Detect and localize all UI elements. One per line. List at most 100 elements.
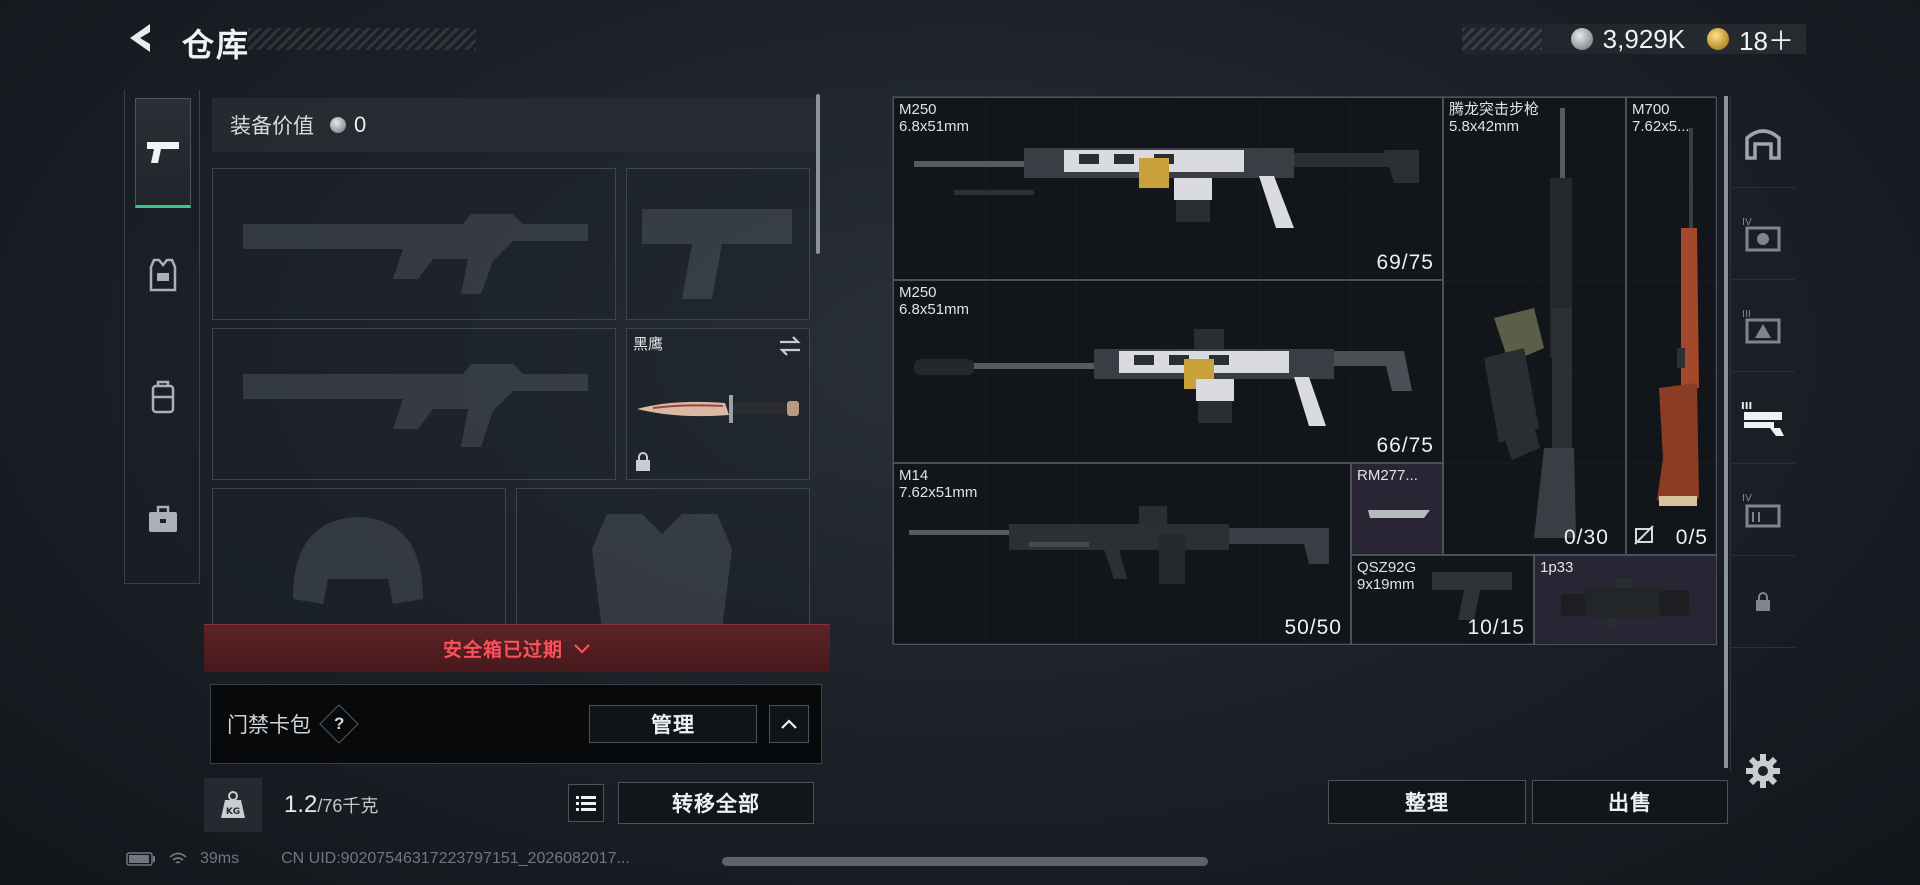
rail-armor-tier-4[interactable]: IV [1731,188,1795,280]
briefcase-icon [149,505,177,532]
helmet-slot[interactable] [212,488,506,628]
safe-house-icon [1745,128,1781,160]
chevron-up-icon [781,719,797,729]
secondary-weapon-slot[interactable] [626,168,810,320]
loadout-scrollbar[interactable] [816,94,820,254]
armor-slot[interactable] [516,488,810,628]
svg-text:IV: IV [1742,493,1752,504]
ping-value: 39ms [200,850,240,867]
weight-max: /76千克 [317,796,379,816]
chevron-down-icon [574,643,590,654]
expand-keycard-button[interactable] [769,705,809,743]
status-bar: 39ms CN UID:90207546317223797151_2026082… [126,850,630,868]
help-icon[interactable]: ? [319,704,359,744]
weight-current: 1.2 [284,791,318,818]
armor-vest-icon [149,258,177,292]
weapon-rack-tier-3-icon: III [1741,401,1784,436]
safebox-expired-banner[interactable]: 安全箱已过期 [204,624,830,672]
item-m14[interactable]: M14 7.62x51mm 50/50 [893,463,1351,645]
backpack-icon [151,380,175,414]
warehouse-category-rail: IV III III IV [1730,96,1795,788]
rifle-icon [909,506,1329,584]
warehouse-scrollbar[interactable] [1724,96,1728,768]
sort-button[interactable]: 整理 [1328,780,1526,824]
back-button[interactable] [124,20,160,56]
weight-icon: KG [204,778,262,832]
knife-icon [637,395,799,423]
rail-storage-tier-4[interactable]: IV [1731,464,1795,556]
warehouse-grid: M250 6.8x51mm 69/75 M250 6.8x51mm 66/75 … [892,96,1717,645]
item-ammo-count: 10/15 [1467,616,1525,639]
rail-locked[interactable] [1731,556,1795,648]
tab-case[interactable] [135,464,191,574]
tab-armor[interactable] [135,220,191,330]
melee-weapon-slot[interactable]: 黑鹰 [626,328,810,480]
gold-currency-value: 18＋ [1739,25,1794,56]
svg-text:III: III [1742,309,1751,320]
helmet-silhouette-icon [293,517,423,604]
melee-weapon-name: 黑鹰 [633,336,664,353]
home-indicator[interactable] [722,857,1208,866]
item-name: QSZ92G 9x19mm [1357,559,1417,593]
sell-button[interactable]: 出售 [1532,780,1728,824]
manage-button[interactable]: 管理 [589,705,757,743]
machine-gun-icon [914,148,1419,228]
tab-weapons[interactable] [135,98,191,208]
silver-coin-icon [1570,28,1593,50]
carry-weight-bar: KG 1.2/76千克 转移全部 [204,778,830,832]
armor-tier-3-icon: III [1742,309,1781,343]
pistol-silhouette-icon [642,209,792,299]
loadout-category-tabs [124,90,200,584]
silver-coin-icon [330,117,346,133]
item-qsz92g[interactable]: QSZ92G 9x19mm 10/15 [1351,555,1534,645]
assault-rifle-icon [1484,108,1576,538]
rail-safe-house[interactable] [1731,96,1795,188]
gear-icon [1746,754,1780,788]
primary-weapon-slot-1[interactable] [212,168,616,320]
lock-icon [636,452,650,471]
no-ammo-icon [1634,525,1654,545]
scope-icon [1561,578,1689,628]
wifi-icon [169,852,187,864]
battery-icon [126,852,155,866]
currency-decoration [1462,28,1542,50]
svg-text:IV: IV [1742,217,1752,228]
ammo-magazine-icon [1368,510,1430,518]
item-m700[interactable]: M700 7.62x5... 0/5 [1626,97,1717,555]
title-decoration [248,28,476,50]
lock-icon [1756,591,1770,611]
item-1p33-scope[interactable]: 1p33 [1534,555,1717,645]
svg-text:III: III [1741,401,1752,412]
item-name: RM277... [1357,467,1418,484]
keycard-label: 门禁卡包 [227,714,311,737]
safebox-expired-text: 安全箱已过期 [442,640,563,661]
storage-tier-4-icon: IV [1742,493,1781,527]
item-m250-2[interactable]: M250 6.8x51mm 66/75 [893,280,1443,463]
item-rm277[interactable]: RM277... [1351,463,1443,555]
armor-silhouette-icon [592,514,732,627]
settings-button[interactable] [1731,736,1795,806]
rail-weapons-tier-3[interactable]: III [1731,372,1795,464]
list-view-button[interactable] [568,784,604,822]
equipment-value-label: 装备价值 [230,115,314,138]
user-uid: CN UID:90207546317223797151_2026082017..… [281,850,630,867]
item-tenglong-assault-rifle[interactable]: 腾龙突击步枪 5.8x42mm 0/30 [1443,97,1626,555]
primary-weapon-slot-2[interactable] [212,328,616,480]
item-ammo-count: 66/75 [1376,434,1434,457]
tab-backpack[interactable] [135,342,191,452]
machine-gun-icon [914,329,1412,426]
item-m250-1[interactable]: M250 6.8x51mm 69/75 [893,97,1443,280]
equipment-value-amount: 0 [354,112,367,137]
swap-icon[interactable] [777,335,803,357]
item-ammo-count: 69/75 [1376,251,1434,274]
transfer-all-button[interactable]: 转移全部 [618,782,814,824]
rifle-silhouette-icon [243,214,588,294]
back-arrow-icon [130,24,150,52]
item-ammo-count: 50/50 [1284,616,1342,639]
silver-currency-value: 3,929K [1602,23,1686,54]
rail-armor-tier-3[interactable]: III [1731,280,1795,372]
list-icon [576,796,596,811]
pistol-icon [147,142,179,163]
currency-bar: 3,929K 18＋ [1462,23,1806,56]
equipment-value: 装备价值 0 [212,98,816,152]
